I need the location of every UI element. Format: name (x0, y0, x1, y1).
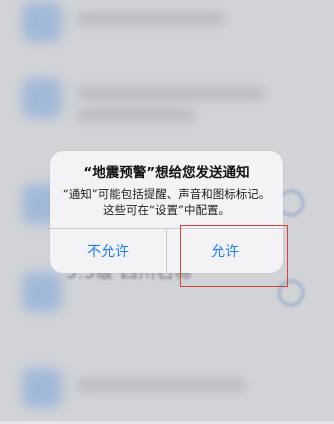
alert-title: “地震预警”想给您发送通知 (83, 165, 250, 181)
deny-button[interactable]: 不允许 (50, 229, 166, 273)
alert-message: “通知”可能包括提醒、声音和图标标记。这些可在“设置”中配置。 (62, 187, 271, 217)
notification-permission-alert: “地震预警”想给您发送通知 “通知”可能包括提醒、声音和图标标记。这些可在“设置… (50, 151, 283, 273)
allow-button[interactable]: 允许 (167, 229, 283, 273)
